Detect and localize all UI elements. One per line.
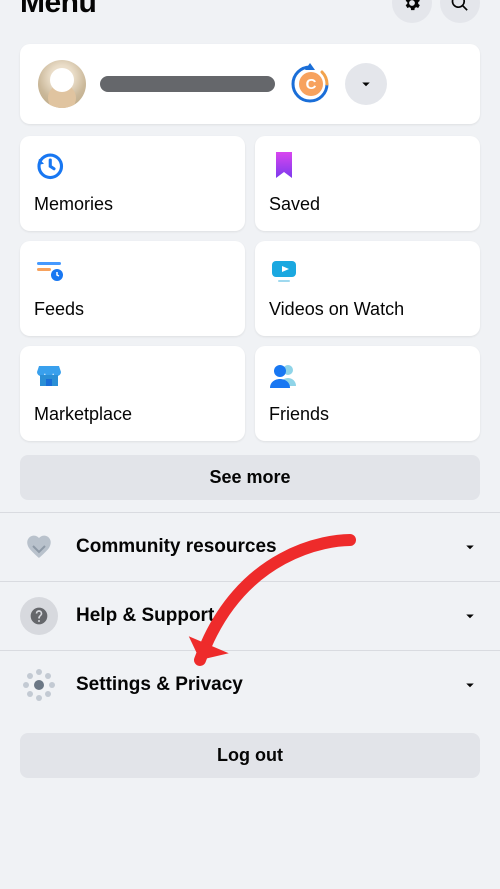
gear-outline-icon	[20, 666, 58, 704]
chevron-down-icon	[460, 676, 480, 694]
logout-label: Log out	[217, 745, 283, 765]
tile-friends[interactable]: Friends	[255, 346, 480, 441]
tile-label: Videos on Watch	[269, 299, 466, 320]
shortcut-grid: Memories Saved Feeds Videos on Watch Mar…	[0, 136, 500, 441]
marketplace-icon	[34, 360, 64, 390]
tile-label: Memories	[34, 194, 231, 215]
see-more-button[interactable]: See more	[20, 455, 480, 500]
tile-memories[interactable]: Memories	[20, 136, 245, 231]
settings-gear-button[interactable]	[392, 0, 432, 23]
tile-label: Saved	[269, 194, 466, 215]
tile-marketplace[interactable]: Marketplace	[20, 346, 245, 441]
friends-icon	[269, 360, 299, 390]
tile-saved[interactable]: Saved	[255, 136, 480, 231]
header-actions	[392, 0, 480, 23]
row-settings-privacy[interactable]: Settings & Privacy	[0, 651, 500, 719]
search-button[interactable]	[440, 0, 480, 23]
see-more-label: See more	[209, 467, 290, 487]
gear-icon	[402, 0, 422, 13]
question-icon	[20, 597, 58, 635]
switch-profile-button[interactable]: C	[289, 63, 331, 105]
chevron-down-icon	[357, 75, 375, 93]
row-label: Community resources	[76, 536, 442, 558]
tile-feeds[interactable]: Feeds	[20, 241, 245, 336]
tile-label: Friends	[269, 404, 466, 425]
watch-icon	[269, 255, 299, 285]
row-community-resources[interactable]: Community resources	[0, 513, 500, 582]
tile-label: Feeds	[34, 299, 231, 320]
tile-label: Marketplace	[34, 404, 231, 425]
row-label: Settings & Privacy	[76, 674, 442, 696]
logout-button[interactable]: Log out	[20, 733, 480, 778]
search-icon	[450, 0, 470, 13]
saved-icon	[269, 150, 299, 180]
chevron-down-icon	[460, 607, 480, 625]
memories-icon	[34, 150, 64, 180]
row-label: Help & Support	[76, 605, 442, 627]
avatar	[38, 60, 86, 108]
profile-expand-button[interactable]	[345, 63, 387, 105]
row-help-support[interactable]: Help & Support	[0, 582, 500, 651]
profile-card[interactable]: C	[20, 44, 480, 124]
menu-header: Menu	[0, 0, 500, 26]
handshake-icon	[20, 528, 58, 566]
profile-switch-ring-icon	[289, 63, 331, 105]
tile-videos-on-watch[interactable]: Videos on Watch	[255, 241, 480, 336]
feeds-icon	[34, 255, 64, 285]
profile-name-redacted	[100, 76, 275, 92]
chevron-down-icon	[460, 538, 480, 556]
page-title: Menu	[20, 0, 96, 20]
expandable-section-list: Community resources Help & Support Setti…	[0, 512, 500, 719]
